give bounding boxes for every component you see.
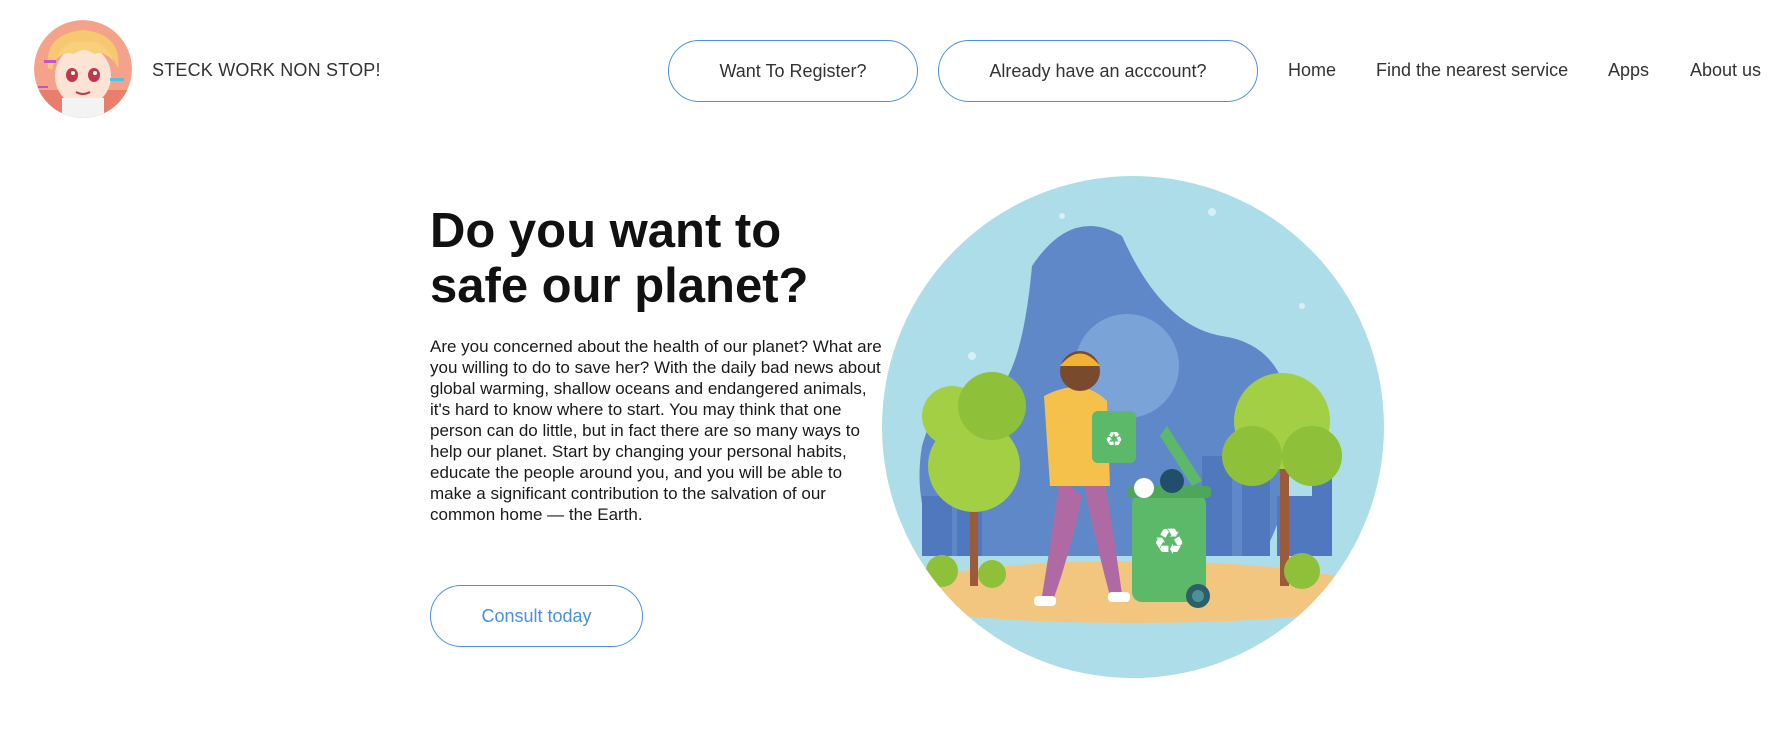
login-button[interactable]: Already have an acccount? xyxy=(938,40,1258,102)
nav-apps-link[interactable]: Apps xyxy=(1608,60,1649,81)
hero-description: Are you concerned about the health of ou… xyxy=(430,337,882,524)
svg-text:♻: ♻ xyxy=(1105,427,1123,451)
nav-about-link[interactable]: About us xyxy=(1690,60,1761,81)
svg-text:♻: ♻ xyxy=(1153,522,1185,563)
consult-today-button[interactable]: Consult today xyxy=(430,585,643,647)
nav-home-link[interactable]: Home xyxy=(1288,60,1336,81)
logo-avatar[interactable] xyxy=(34,20,132,118)
recycling-illustration: ♻ ♻ xyxy=(882,176,1384,678)
site-header: STECK WORK NON STOP! Want To Register? A… xyxy=(0,0,1789,140)
recycling-person-illustration-icon: ♻ ♻ xyxy=(882,176,1384,678)
hero-title: Do you want to safe our planet? xyxy=(430,204,850,314)
brand-name: STECK WORK NON STOP! xyxy=(152,60,381,80)
hero-title-line-1: Do you want to xyxy=(430,204,782,258)
anime-avatar-icon xyxy=(34,20,132,118)
hero-title-line-2: safe our planet? xyxy=(430,259,809,313)
nav-find-service-link[interactable]: Find the nearest service xyxy=(1376,60,1568,81)
register-button[interactable]: Want To Register? xyxy=(668,40,918,102)
